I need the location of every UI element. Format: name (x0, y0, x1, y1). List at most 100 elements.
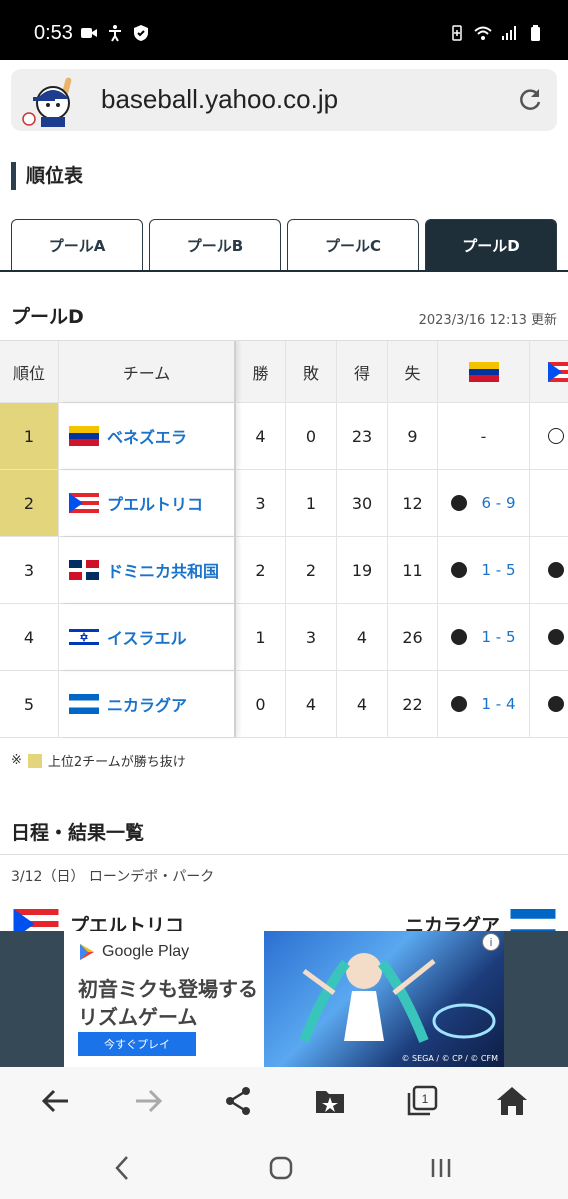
vs-score[interactable]: 1 - 4 (481, 695, 515, 713)
note-text: 上位2チームが勝ち抜け (47, 755, 186, 770)
address-bar[interactable]: baseball.yahoo.co.jp (11, 69, 557, 131)
ad-text-area: Google Play 初音ミクも登場する リズムゲーム 今すぐプレイ (64, 931, 264, 1067)
tabs-button[interactable]: 1 (404, 1083, 440, 1119)
vs-result[interactable]: 1 - 4 (451, 695, 516, 713)
nav-home-icon (269, 1156, 293, 1180)
rank-cell: 1 (0, 403, 59, 469)
runs-against-cell: 26 (388, 604, 438, 670)
vs-result[interactable]: 6 - 9 (451, 494, 516, 512)
runs-against-cell: 11 (388, 537, 438, 603)
schedule-date-venue: 3/12（日） ローンデポ・パーク (11, 869, 215, 885)
nav-recents-button[interactable] (426, 1153, 456, 1183)
google-play-icon (80, 944, 94, 960)
loss-mark-icon (548, 696, 564, 712)
header-team: チーム (59, 341, 236, 402)
runs-for-cell: 23 (337, 403, 388, 469)
vs-score[interactable]: 6 - 9 (481, 494, 515, 512)
match-row[interactable]: プエルトリコ ニカラグア (0, 905, 568, 931)
schedule-title: 日程・結果一覧 (11, 822, 145, 844)
ad-play-button[interactable]: 今すぐプレイ (78, 1032, 196, 1056)
header-wins: 勝 (236, 341, 286, 402)
runs-for-cell: 30 (337, 470, 388, 536)
vs-venezuela-cell: 6 - 9 (438, 470, 530, 536)
nav-home-button[interactable] (266, 1153, 296, 1183)
table-row: 2 プエルトリコ 3 1 30 12 6 - 9 (0, 470, 568, 537)
ad-copy-line2: リズムゲーム (78, 1005, 198, 1029)
nav-recents-icon (431, 1159, 451, 1177)
team-cell[interactable]: ベネズエラ (59, 403, 236, 469)
video-icon (81, 28, 97, 38)
nav-back-button[interactable] (108, 1153, 138, 1183)
accessibility-icon (109, 25, 121, 42)
updated-timestamp: 2023/3/16 12:13 更新 (418, 313, 557, 328)
runs-against-cell: 22 (388, 671, 438, 737)
ad-banner[interactable]: Google Play 初音ミクも登場する リズムゲーム 今すぐプレイ © SE… (0, 931, 568, 1067)
battery-icon (531, 25, 540, 41)
losses-cell: 3 (286, 604, 337, 670)
loss-mark-icon (451, 696, 468, 712)
team-cell[interactable]: プエルトリコ (59, 470, 236, 536)
team-link[interactable]: ベネズエラ (107, 424, 187, 448)
qualified-swatch (27, 753, 42, 768)
home-button[interactable] (494, 1083, 530, 1119)
schedule-divider (0, 854, 568, 855)
vs-venezuela-cell: 1 - 5 (438, 537, 530, 603)
vs-result[interactable]: 1 - 5 (451, 628, 516, 646)
status-time: 0:53 (34, 22, 73, 44)
ad-copy: 初音ミクも登場する リズムゲーム (78, 975, 258, 1031)
back-button[interactable] (38, 1083, 74, 1119)
forward-icon (136, 1089, 163, 1113)
wifi-icon (474, 26, 492, 40)
system-nav-bar (0, 1133, 568, 1199)
table-row: 3 ドミニカ共和国 2 2 19 11 1 - 5 (0, 537, 568, 604)
ad-info-icon[interactable]: i (482, 933, 500, 951)
puerto-rico-flag-icon (13, 909, 59, 931)
losses-cell: 0 (286, 403, 337, 469)
vs-puerto-rico-cell (530, 671, 568, 737)
team-link[interactable]: ドミニカ共和国 (107, 558, 219, 582)
note-prefix: ※ (11, 753, 22, 768)
pool-tabs: プールA プールB プールC プールD (11, 219, 557, 271)
table-row: 1 ベネズエラ 4 0 23 9 - (0, 403, 568, 470)
table-row: 4 イスラエル 1 3 4 26 1 - 5 (0, 604, 568, 671)
share-button[interactable] (220, 1083, 256, 1119)
tab-pool-a[interactable]: プールA (11, 219, 143, 271)
match-away-team[interactable]: ニカラグア (405, 911, 500, 931)
loss-mark-icon (548, 629, 564, 645)
wins-cell: 1 (236, 604, 286, 670)
tab-pool-b[interactable]: プールB (149, 219, 281, 271)
team-link[interactable]: ニカラグア (107, 692, 187, 716)
share-icon (226, 1087, 250, 1115)
vs-puerto-rico-cell (530, 403, 568, 469)
team-link[interactable]: イスラエル (107, 625, 187, 649)
table-header-row: 順位 チーム 勝 敗 得 失 (0, 341, 568, 403)
header-runs-for: 得 (337, 341, 388, 402)
tab-pool-c[interactable]: プールC (287, 219, 419, 271)
header-runs-against: 失 (388, 341, 438, 402)
vs-score[interactable]: 1 - 5 (481, 561, 515, 579)
vs-puerto-rico-cell (530, 537, 568, 603)
ad-copy-line1: 初音ミクも登場する (78, 977, 258, 1001)
team-link[interactable]: プエルトリコ (107, 491, 203, 515)
status-right-icons (448, 24, 544, 42)
team-cell[interactable]: イスラエル (59, 604, 236, 670)
ad-content[interactable]: Google Play 初音ミクも登場する リズムゲーム 今すぐプレイ © SE… (64, 931, 504, 1067)
team-cell[interactable]: ニカラグア (59, 671, 236, 737)
bookmarks-button[interactable] (312, 1083, 348, 1119)
tab-count: 1 (422, 1092, 429, 1106)
wins-cell: 4 (236, 403, 286, 469)
nicaragua-flag-icon (510, 909, 556, 931)
header-losses: 敗 (286, 341, 337, 402)
tab-pool-d[interactable]: プールD (425, 219, 557, 271)
reload-icon[interactable] (517, 87, 543, 113)
forward-button[interactable] (130, 1083, 166, 1119)
match-home-team[interactable]: プエルトリコ (70, 911, 184, 931)
vs-result[interactable]: 1 - 5 (451, 561, 516, 579)
url-text[interactable]: baseball.yahoo.co.jp (101, 84, 338, 115)
tabs-divider (0, 270, 568, 272)
team-cell[interactable]: ドミニカ共和国 (59, 537, 236, 603)
israel-flag-icon (69, 627, 99, 647)
vs-score[interactable]: 1 - 5 (481, 628, 515, 646)
loss-mark-icon (451, 495, 468, 511)
losses-cell: 4 (286, 671, 337, 737)
